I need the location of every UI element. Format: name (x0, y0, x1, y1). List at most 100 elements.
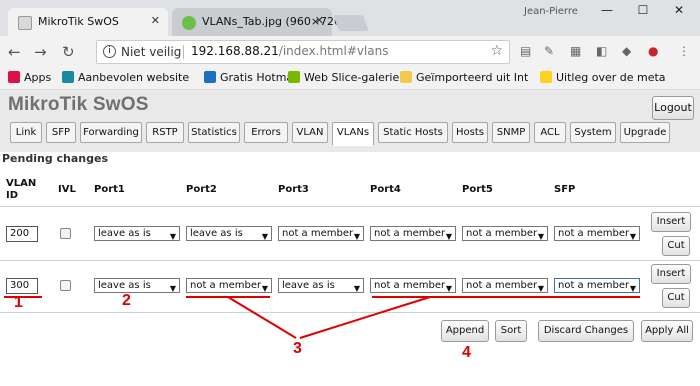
bing-icon (62, 71, 74, 83)
close-window-icon[interactable]: ✕ (664, 3, 694, 17)
address-bar[interactable]: i Niet veilig 192.168.88.21/index.html#v… (96, 40, 510, 64)
security-label: Niet veilig (121, 45, 182, 59)
swos-page: MikroTik SwOS Logout Link SFP Forwarding… (0, 90, 700, 386)
bookmark-folder-imported[interactable]: Geïmporteerd uit Int (400, 71, 528, 84)
tab-static-hosts[interactable]: Static Hosts (378, 122, 448, 143)
col-port3: Port3 (278, 184, 309, 195)
tab-system[interactable]: System (570, 122, 616, 143)
close-tab-icon[interactable]: ✕ (151, 14, 160, 27)
port2-select[interactable]: leave as is ▼ (186, 226, 272, 241)
pending-changes-label: Pending changes (2, 152, 109, 165)
info-icon[interactable]: i (103, 45, 116, 58)
divider (0, 312, 700, 313)
chevron-down-icon: ▼ (537, 284, 544, 293)
tab-upgrade[interactable]: Upgrade (620, 122, 670, 143)
sfp-select[interactable]: not a member ▼ (554, 278, 640, 293)
chevron-down-icon: ▼ (169, 284, 176, 293)
close-tab-icon[interactable]: ✕ (315, 14, 324, 27)
chevron-down-icon: ▼ (445, 232, 452, 241)
port2-select[interactable]: not a member ▼ (186, 278, 272, 293)
apply-all-button[interactable]: Apply All (641, 320, 693, 342)
bookmark-apps[interactable]: Apps (8, 71, 51, 84)
discard-changes-button[interactable]: Discard Changes (538, 320, 634, 342)
swos-logo: MikroTik SwOS (8, 94, 149, 115)
divider (183, 45, 184, 59)
bookmark-uitleg[interactable]: Uitleg over de meta (540, 71, 666, 84)
extension-icon[interactable]: ▦ (570, 44, 581, 58)
sfp-select[interactable]: not a member ▼ (554, 226, 640, 241)
append-button[interactable]: Append (441, 320, 489, 342)
page-icon (18, 16, 32, 30)
port1-select[interactable]: leave as is ▼ (94, 278, 180, 293)
cut-button[interactable]: Cut (662, 288, 690, 308)
tab-forwarding[interactable]: Forwarding (80, 122, 142, 143)
star-icon[interactable]: ☆ (490, 43, 503, 59)
port4-select[interactable]: not a member ▼ (370, 278, 456, 293)
swos-header: MikroTik SwOS Logout Link SFP Forwarding… (0, 90, 700, 152)
col-port2: Port2 (186, 184, 217, 195)
col-sfp: SFP (554, 184, 576, 195)
vlan-id-input[interactable]: 300 (6, 278, 38, 294)
tab-snmp[interactable]: SNMP (492, 122, 530, 143)
vlan-id-input[interactable]: 200 (6, 226, 38, 242)
port4-select[interactable]: not a member ▼ (370, 226, 456, 241)
url-text: 192.168.88.21/index.html#vlans (191, 44, 389, 58)
chevron-down-icon: ▼ (261, 232, 268, 241)
shield-icon[interactable]: ◆ (622, 44, 631, 58)
port5-select[interactable]: not a member ▼ (462, 226, 548, 241)
cut-button[interactable]: Cut (662, 236, 690, 256)
ivl-checkbox[interactable] (60, 228, 71, 239)
minimize-icon[interactable]: — (592, 3, 622, 17)
maximize-icon[interactable]: ☐ (628, 3, 658, 17)
tab-rstp[interactable]: RSTP (146, 122, 184, 143)
pinterest-icon[interactable]: ● (648, 44, 658, 58)
bookmark-hotmail[interactable]: Gratis Hotmail (204, 71, 299, 84)
bookmark-aanbevolen[interactable]: Aanbevolen website (62, 71, 189, 84)
image-icon (182, 16, 196, 30)
sort-button[interactable]: Sort (495, 320, 527, 342)
port3-select[interactable]: leave as is ▼ (278, 278, 364, 293)
forward-icon[interactable]: → (34, 43, 47, 61)
reload-icon[interactable]: ↻ (62, 43, 75, 61)
chevron-down-icon: ▼ (169, 232, 176, 241)
tab-vlans[interactable]: VLANs (332, 122, 374, 146)
extension-icon[interactable]: ◧ (596, 44, 607, 58)
chevron-down-icon: ▼ (261, 284, 268, 293)
chevron-down-icon: ▼ (353, 232, 360, 241)
tab-mikrotik-swos[interactable]: MikroTik SwOS ✕ (8, 8, 168, 36)
back-icon[interactable]: ← (8, 43, 21, 61)
col-port1: Port1 (94, 184, 125, 195)
tab-errors[interactable]: Errors (244, 122, 288, 143)
new-tab-button[interactable] (333, 15, 369, 31)
apps-icon (8, 71, 20, 83)
tab-link[interactable]: Link (10, 122, 42, 143)
insert-button[interactable]: Insert (651, 212, 691, 232)
port1-select[interactable]: leave as is ▼ (94, 226, 180, 241)
chevron-down-icon: ▼ (445, 284, 452, 293)
tab-acl[interactable]: ACL (534, 122, 566, 143)
tab-vlans-tab-jpg[interactable]: VLANs_Tab.jpg (960×720) ✕ (172, 8, 345, 36)
site-icon (540, 71, 552, 83)
extension-icon[interactable]: ✎ (544, 44, 554, 58)
insert-button[interactable]: Insert (651, 264, 691, 284)
bookmarks-bar: Apps Aanbevolen website Gratis Hotmail W… (0, 68, 700, 90)
port3-select[interactable]: not a member ▼ (278, 226, 364, 241)
menu-icon[interactable]: ⋮ (678, 44, 690, 58)
profile-name[interactable]: Jean-Pierre (524, 6, 578, 17)
annotation-1: 1 (14, 294, 23, 311)
chevron-down-icon: ▼ (537, 232, 544, 241)
ivl-checkbox[interactable] (60, 280, 71, 291)
tab-statistics[interactable]: Statistics (188, 122, 240, 143)
browser-titlebar: MikroTik SwOS ✕ VLANs_Tab.jpg (960×720) … (0, 0, 700, 36)
logout-button[interactable]: Logout (652, 96, 694, 120)
divider (0, 206, 700, 207)
tab-hosts[interactable]: Hosts (452, 122, 488, 143)
tab-vlan[interactable]: VLAN (292, 122, 328, 143)
tab-sfp[interactable]: SFP (46, 122, 76, 143)
extension-icon[interactable]: ▤ (520, 44, 531, 58)
port5-select[interactable]: not a member ▼ (462, 278, 548, 293)
bookmark-web-slice[interactable]: Web Slice-galerie (288, 71, 399, 84)
divider (0, 260, 700, 261)
chevron-down-icon: ▼ (629, 232, 636, 241)
col-vlan-id: VLAN ID (6, 178, 37, 201)
